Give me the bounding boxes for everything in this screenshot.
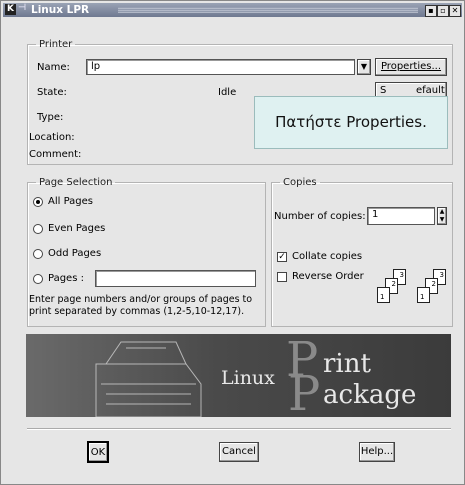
type-label: Type: [37,112,64,123]
help-button[interactable]: Help... [359,442,395,462]
printer-legend: Printer [39,39,73,50]
printer-dropdown-button[interactable]: ▼ [357,59,371,75]
state-value: Idle [218,87,237,98]
preview-page: 1 [377,287,390,303]
callout-tooltip: Πατήστε Properties. [254,96,448,149]
odd-pages-radio[interactable] [33,249,43,259]
pages-radio[interactable] [33,274,43,284]
banner-linux-text: Linux [221,367,275,389]
state-label: State: [37,87,67,98]
properties-button-label: Properties... [380,61,442,72]
name-label: Name: [37,62,70,73]
close-icon[interactable]: ✕ [449,5,461,17]
location-label: Location: [29,132,75,143]
even-pages-label[interactable]: Even Pages [48,223,105,234]
linux-lpr-window: K ⊣ Linux LPR ▪ ▫ ✕ Printer Name: lp ▼ P… [0,0,465,485]
footer-divider [27,428,451,430]
set-default-visible-start: S [380,85,387,96]
all-pages-label[interactable]: All Pages [48,196,93,207]
pages-input[interactable] [95,270,256,287]
pin-icon[interactable]: ⊣ [18,3,26,13]
page-selection-legend: Page Selection [39,177,113,188]
odd-pages-label[interactable]: Odd Pages [48,248,101,259]
number-of-copies-label: Number of copies: [274,211,366,222]
banner-print-text: rint [323,349,371,379]
ok-button[interactable]: OK [87,441,109,463]
reverse-order-label[interactable]: Reverse Order [292,271,364,282]
kde-menu-icon[interactable]: K [5,4,16,15]
copies-legend: Copies [283,177,317,188]
number-of-copies-input[interactable]: 1 [367,207,435,225]
title-bar-stripes [118,7,418,13]
collate-label[interactable]: Collate copies [292,251,362,262]
maximize-icon[interactable]: ▫ [437,5,449,17]
all-pages-radio[interactable] [33,197,43,207]
copies-spin-button[interactable]: ▲ ▼ [437,207,447,225]
reverse-order-checkbox[interactable] [277,272,287,282]
window-title: Linux LPR [31,4,90,16]
collate-preview-icon: 3 2 1 3 2 1 [375,269,449,309]
linux-print-package-banner: Linux P rint P ackage [26,334,451,417]
minimize-icon[interactable]: ▪ [425,5,437,17]
cancel-button[interactable]: Cancel [219,442,259,462]
properties-button[interactable]: Properties... [375,58,447,76]
spin-down-icon[interactable]: ▼ [438,216,446,224]
even-pages-radio[interactable] [33,224,43,234]
banner-p2-letter: P [288,366,321,417]
title-bar[interactable]: K ⊣ Linux LPR ▪ ▫ ✕ [3,3,462,17]
page-selection-hint: Enter page numbers and/or groups of page… [29,294,253,317]
comment-label: Comment: [29,149,82,160]
collate-checkbox[interactable]: ✓ [277,252,287,262]
printer-name-field[interactable]: lp [86,59,355,75]
chevron-down-icon: ▼ [360,62,368,71]
pages-label[interactable]: Pages : [48,273,84,284]
banner-package-text: ackage [323,380,417,410]
spin-up-icon[interactable]: ▲ [438,208,446,216]
preview-page: 1 [417,287,430,303]
